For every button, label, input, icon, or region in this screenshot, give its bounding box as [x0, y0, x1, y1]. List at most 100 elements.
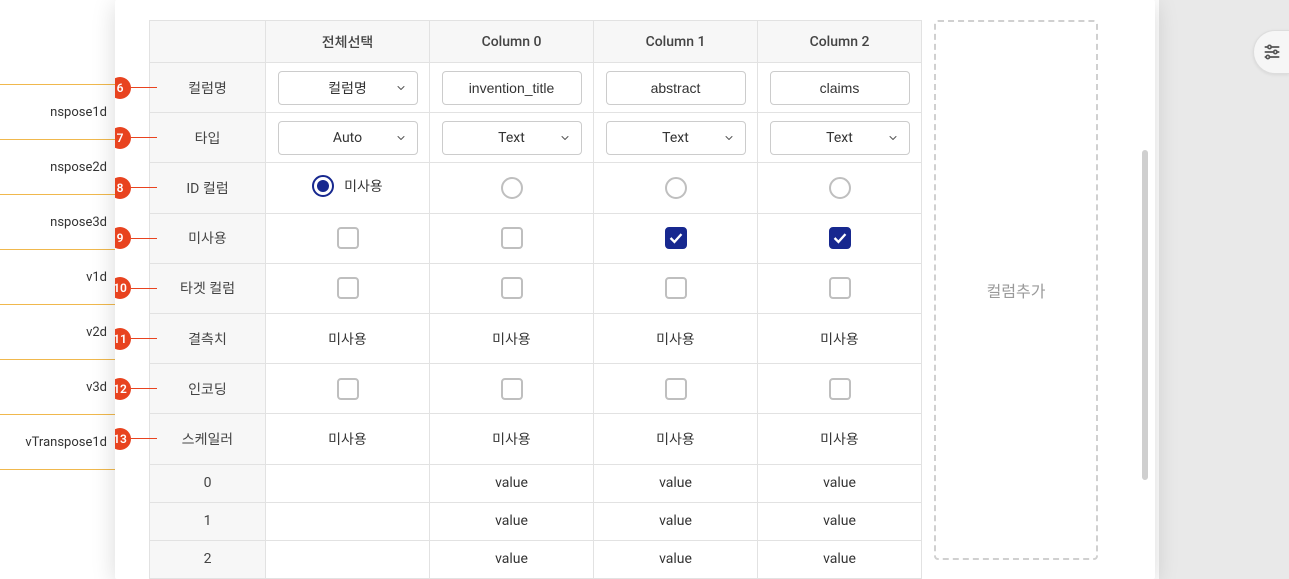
- cell-name-col1: [430, 63, 594, 113]
- unused-checkbox[interactable]: [501, 227, 523, 249]
- column-config-modal: 전체선택Column 0Column 1Column 2 컬럼명6컬럼명타입7A…: [115, 0, 1155, 579]
- cell-encoding-col0: [266, 364, 430, 414]
- idcol-radio[interactable]: [501, 177, 523, 199]
- encoding-checkbox[interactable]: [829, 378, 851, 400]
- missing-text: 미사용: [656, 332, 695, 348]
- name-input[interactable]: [770, 71, 910, 105]
- missing-text: 미사용: [328, 332, 367, 348]
- cell-missing-col3: 미사용: [758, 313, 922, 363]
- background-sidebar: nspose1dnspose2dnspose3dv1dv2dv3dvTransp…: [0, 0, 115, 579]
- bg-layer-item: nspose1d: [0, 85, 115, 140]
- cell-idcol-col3: [758, 163, 922, 213]
- chevron-down-icon: [559, 132, 571, 144]
- cell-unused-col0: [266, 213, 430, 263]
- bg-layer-item: v3d: [0, 360, 115, 415]
- cell-missing-col1: 미사용: [430, 313, 594, 363]
- cell-scaler-col1: 미사용: [430, 414, 594, 464]
- chevron-down-icon: [887, 132, 899, 144]
- bg-layer-item: nspose2d: [0, 140, 115, 195]
- data-row-index: 1: [150, 502, 266, 540]
- target-checkbox[interactable]: [501, 277, 523, 299]
- scaler-text: 미사용: [656, 432, 695, 448]
- idcol-radio[interactable]: [665, 177, 687, 199]
- cell-scaler-col2: 미사용: [594, 414, 758, 464]
- row-label-scaler: 스케일러13: [150, 414, 266, 464]
- scaler-text: 미사용: [328, 432, 367, 448]
- target-checkbox[interactable]: [665, 277, 687, 299]
- target-checkbox[interactable]: [337, 277, 359, 299]
- column-config-table: 전체선택Column 0Column 1Column 2 컬럼명6컬럼명타입7A…: [149, 20, 922, 579]
- cell-encoding-col1: [430, 364, 594, 414]
- col-header-0: Column 0: [430, 21, 594, 63]
- data-row-index: 2: [150, 540, 266, 578]
- add-column-label: 컬럼추가: [987, 278, 1046, 302]
- name-input[interactable]: [442, 71, 582, 105]
- cell-scaler-col3: 미사용: [758, 414, 922, 464]
- callout-9: 9: [115, 227, 157, 249]
- sliders-icon: [1262, 42, 1282, 62]
- col-header-1: Column 1: [594, 21, 758, 63]
- cell-target-col2: [594, 263, 758, 313]
- row-label-idcol: ID 컬럼8: [150, 163, 266, 213]
- unused-checkbox[interactable]: [665, 227, 687, 249]
- callout-12: 12: [115, 378, 157, 400]
- data-cell: value: [758, 464, 922, 502]
- callout-11: 11: [115, 328, 157, 350]
- encoding-checkbox[interactable]: [665, 378, 687, 400]
- scaler-text: 미사용: [492, 432, 531, 448]
- data-cell: [266, 464, 430, 502]
- row-label-missing: 결측치11: [150, 313, 266, 363]
- bg-layer-item: nspose3d: [0, 195, 115, 250]
- encoding-checkbox[interactable]: [337, 378, 359, 400]
- cell-target-col3: [758, 263, 922, 313]
- scrollbar-thumb[interactable]: [1142, 150, 1148, 480]
- row-label-encoding: 인코딩12: [150, 364, 266, 414]
- cell-type-col1: Text: [430, 113, 594, 163]
- cell-name-col2: [594, 63, 758, 113]
- row-label-type: 타입7: [150, 113, 266, 163]
- type-select[interactable]: Text: [606, 121, 746, 155]
- scrollbar[interactable]: [1141, 20, 1149, 560]
- row-label-target: 타겟 컬럼10: [150, 263, 266, 313]
- callout-8: 8: [115, 177, 157, 199]
- data-cell: value: [430, 502, 594, 540]
- idcol-radio[interactable]: [312, 175, 334, 197]
- col-header-2: Column 2: [758, 21, 922, 63]
- name-select[interactable]: 컬럼명: [278, 71, 418, 105]
- cell-name-col0: 컬럼명: [266, 63, 430, 113]
- chevron-down-icon: [723, 132, 735, 144]
- data-row-index: 0: [150, 464, 266, 502]
- add-column-button[interactable]: 컬럼추가: [934, 20, 1098, 560]
- idcol-radio[interactable]: [829, 177, 851, 199]
- type-select[interactable]: Auto: [278, 121, 418, 155]
- unused-checkbox[interactable]: [337, 227, 359, 249]
- bg-layer-item: v1d: [0, 250, 115, 305]
- callout-7: 7: [115, 127, 157, 149]
- data-cell: value: [594, 540, 758, 578]
- row-label-unused: 미사용9: [150, 213, 266, 263]
- backdrop-right: [1159, 0, 1289, 579]
- bg-layer-item: v2d: [0, 305, 115, 360]
- settings-fab[interactable]: [1253, 30, 1289, 74]
- cell-idcol-col1: [430, 163, 594, 213]
- idcol-radio-label: 미사용: [344, 176, 383, 196]
- scaler-text: 미사용: [820, 432, 859, 448]
- type-select[interactable]: Text: [442, 121, 582, 155]
- cell-idcol-col2: [594, 163, 758, 213]
- cell-unused-col1: [430, 213, 594, 263]
- callout-13: 13: [115, 428, 157, 450]
- unused-checkbox[interactable]: [829, 227, 851, 249]
- target-checkbox[interactable]: [829, 277, 851, 299]
- type-select[interactable]: Text: [770, 121, 910, 155]
- cell-unused-col2: [594, 213, 758, 263]
- name-input[interactable]: [606, 71, 746, 105]
- table-corner: [150, 21, 266, 63]
- bg-layer-item: vTranspose1d: [0, 415, 115, 470]
- cell-name-col3: [758, 63, 922, 113]
- data-cell: value: [430, 464, 594, 502]
- bg-layer-item: [0, 30, 115, 85]
- chevron-down-icon: [395, 132, 407, 144]
- cell-scaler-col0: 미사용: [266, 414, 430, 464]
- encoding-checkbox[interactable]: [501, 378, 523, 400]
- cell-type-col3: Text: [758, 113, 922, 163]
